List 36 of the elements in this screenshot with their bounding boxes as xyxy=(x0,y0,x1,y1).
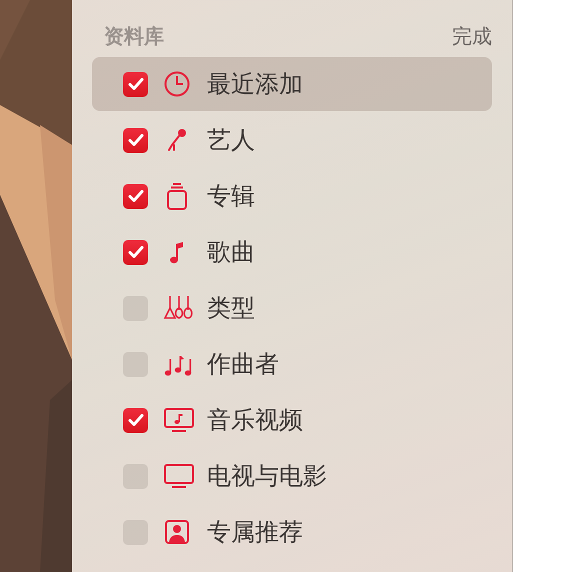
checkmark-icon xyxy=(128,189,144,203)
checkmark-icon xyxy=(128,245,144,259)
music-video-icon xyxy=(163,406,195,434)
row-label: 最近添加 xyxy=(207,69,303,100)
library-row[interactable]: 歌曲 xyxy=(92,225,492,279)
checkbox[interactable] xyxy=(123,128,148,152)
row-label: 专属推荐 xyxy=(207,517,303,548)
row-label: 电视与电影 xyxy=(207,461,327,492)
row-label: 专辑 xyxy=(207,181,255,212)
section-title: 资料库 xyxy=(104,22,164,50)
clock-icon xyxy=(163,70,191,98)
library-row[interactable]: 专属推荐 xyxy=(92,505,492,559)
row-label: 作曲者 xyxy=(207,349,279,380)
library-row[interactable]: 艺人 xyxy=(92,113,492,167)
row-label: 类型 xyxy=(207,293,255,324)
library-row[interactable]: 电视与电影 xyxy=(92,449,492,503)
row-label: 歌曲 xyxy=(207,237,255,268)
guitars-icon xyxy=(163,294,195,322)
person-card-icon xyxy=(163,518,191,546)
tv-icon xyxy=(163,462,195,490)
checkbox[interactable] xyxy=(123,240,148,264)
checkbox[interactable] xyxy=(123,184,148,208)
library-row[interactable]: 类型 xyxy=(92,281,492,335)
library-row[interactable]: 专辑 xyxy=(92,169,492,223)
checkmark-icon xyxy=(128,413,144,427)
library-row[interactable]: 作曲者 xyxy=(92,337,492,391)
library-row[interactable]: 音乐视频 xyxy=(92,393,492,447)
row-label: 音乐视频 xyxy=(207,405,303,436)
checkbox[interactable] xyxy=(123,408,148,432)
row-label: 艺人 xyxy=(207,125,255,156)
checkmark-icon xyxy=(128,133,144,147)
checkmark-icon xyxy=(128,77,144,91)
checkbox[interactable] xyxy=(123,72,148,96)
checkbox[interactable] xyxy=(123,520,148,544)
library-row[interactable]: 最近添加 xyxy=(92,57,492,111)
done-button[interactable]: 完成 xyxy=(452,22,492,50)
